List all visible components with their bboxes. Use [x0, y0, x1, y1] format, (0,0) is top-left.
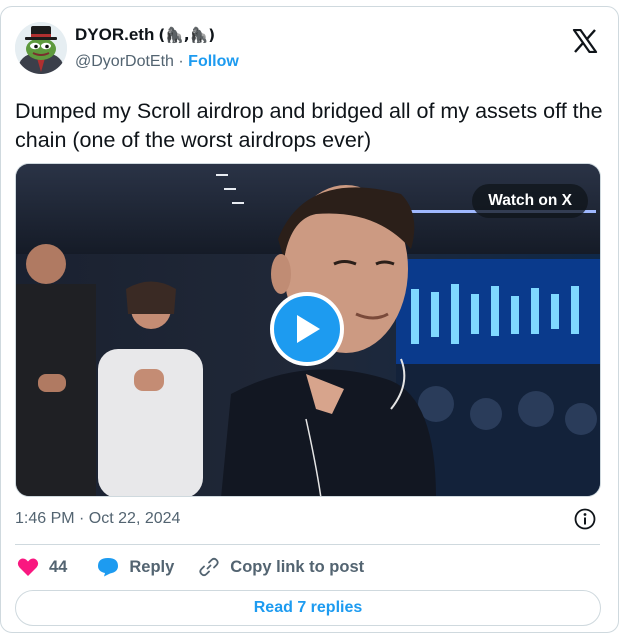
display-name: DYOR.eth: [75, 25, 155, 44]
avatar[interactable]: [15, 22, 67, 74]
play-button[interactable]: [270, 292, 344, 366]
x-logo-icon[interactable]: [572, 29, 598, 53]
reply-label: Reply: [129, 557, 175, 576]
name-emoji-suffix: (🦍,🦍): [158, 26, 216, 44]
heart-icon: [17, 558, 39, 576]
divider: [15, 544, 600, 545]
like-count: 44: [49, 557, 68, 576]
link-icon: [199, 557, 219, 577]
tweet-text: Dumped my Scroll airdrop and bridged all…: [15, 99, 603, 152]
avatar-pepe-icon: [15, 22, 67, 74]
video-player[interactable]: Watch on X: [15, 163, 601, 497]
follow-button[interactable]: Follow: [188, 53, 239, 70]
read-replies-button[interactable]: Read 7 replies: [15, 590, 601, 626]
author-handle[interactable]: @DyorDotEth: [75, 53, 174, 70]
reply-bubble-icon: [98, 558, 119, 577]
copy-link-label: Copy link to post: [230, 557, 365, 576]
tweet-timestamp[interactable]: 1:46 PM · Oct 22, 2024: [15, 510, 180, 528]
play-icon: [297, 315, 320, 343]
info-icon[interactable]: [574, 508, 596, 530]
copy-link-button[interactable]: Copy link to post: [198, 556, 364, 578]
author-name[interactable]: DYOR.eth (🦍,🦍): [75, 25, 215, 45]
like-button[interactable]: 44: [17, 557, 67, 577]
action-bar: 44 Reply Copy link to post: [17, 553, 364, 581]
tweet-embed-card: DYOR.eth (🦍,🦍) @DyorDotEth · Follow Dump…: [0, 6, 619, 633]
watch-on-x-button[interactable]: Watch on X: [472, 184, 588, 218]
separator-dot: ·: [178, 53, 184, 70]
handle-line: @DyorDotEth · Follow: [75, 53, 239, 71]
reply-button[interactable]: Reply: [97, 557, 174, 577]
